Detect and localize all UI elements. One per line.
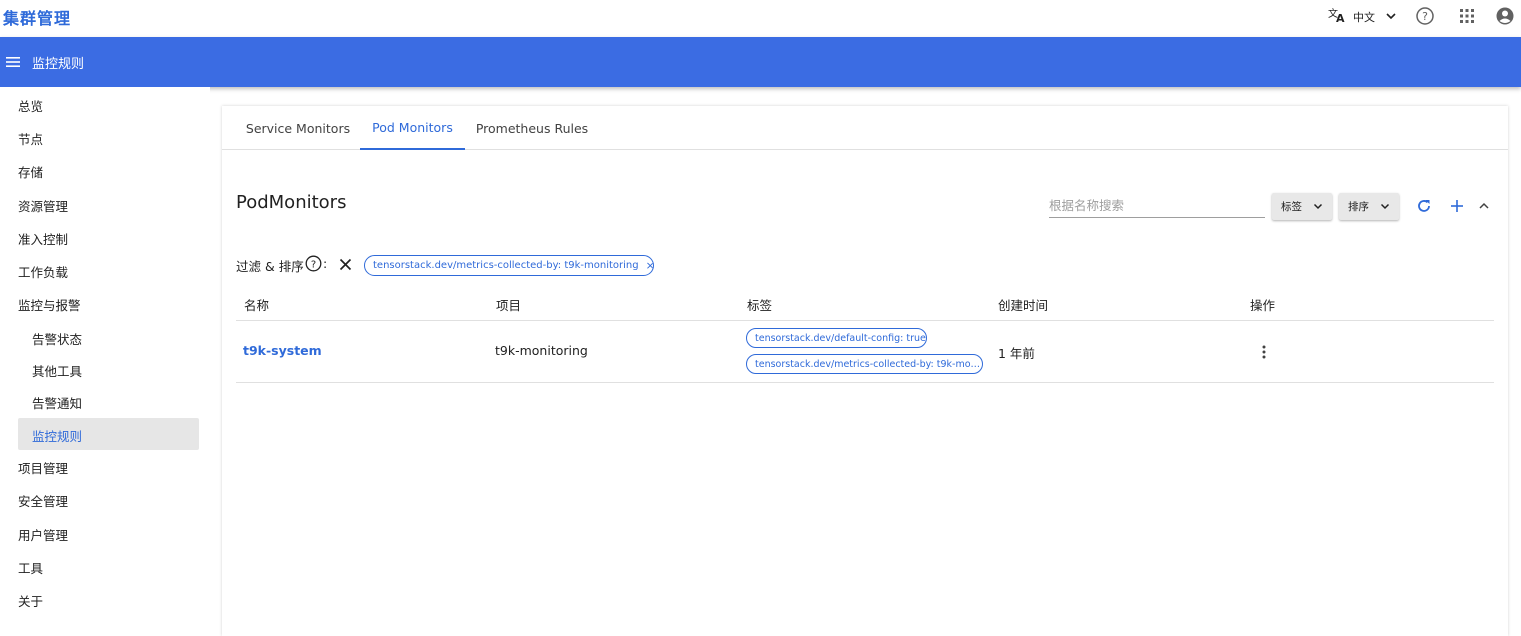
column-header-labels[interactable]: 标签: [747, 295, 772, 314]
svg-text:?: ?: [1422, 10, 1428, 23]
apps-grid-icon[interactable]: [1458, 7, 1476, 25]
menu-icon[interactable]: [5, 54, 21, 70]
svg-text:?: ?: [311, 259, 316, 270]
language-selector[interactable]: 文A 中文: [1328, 7, 1397, 27]
search-input[interactable]: [1049, 194, 1265, 218]
label-chip: tensorstack.dev/default-config: true: [746, 328, 927, 348]
sidebar-item-tools[interactable]: 工具: [18, 558, 43, 577]
sidebar-item-overview[interactable]: 总览: [18, 96, 43, 115]
filter-chip-label: tensorstack.dev/metrics-collected-by: t9…: [373, 260, 639, 271]
sidebar-item-monitoring-rules[interactable]: 监控规则: [32, 426, 82, 445]
sidebar-item-alert-status[interactable]: 告警状态: [32, 329, 82, 348]
help-icon[interactable]: ?: [305, 255, 322, 272]
label-chip: tensorstack.dev/metrics-collected-by: t9…: [746, 354, 983, 374]
sidebar-item-workloads[interactable]: 工作负载: [18, 262, 68, 281]
language-label: 中文: [1353, 11, 1375, 24]
app-title[interactable]: 集群管理: [3, 5, 71, 29]
table-header-divider: [236, 320, 1494, 321]
page-header-bar: 监控规则: [0, 37, 1521, 87]
sidebar-item-resource-management[interactable]: 资源管理: [18, 196, 68, 215]
help-icon[interactable]: ?: [1415, 6, 1435, 26]
sidebar-item-storage[interactable]: 存储: [18, 162, 43, 181]
column-header-project[interactable]: 项目: [496, 295, 521, 314]
label-chip-text: tensorstack.dev/metrics-collected-by: t9…: [755, 358, 981, 370]
label-filter-label: 标签: [1281, 201, 1302, 213]
tab-pod-monitors[interactable]: Pod Monitors: [360, 106, 465, 150]
tab-bar: Service Monitors Pod Monitors Prometheus…: [222, 106, 1508, 150]
sidebar-nav: 总览 节点 存储 资源管理 准入控制 工作负载 监控与报警 告警状态 其他工具 …: [0, 87, 210, 628]
label-filter-select[interactable]: 标签: [1272, 193, 1332, 220]
column-header-name[interactable]: 名称: [244, 295, 269, 314]
sidebar-item-nodes[interactable]: 节点: [18, 129, 43, 148]
sidebar-item-project-management[interactable]: 项目管理: [18, 458, 68, 477]
sort-select[interactable]: 排序: [1339, 193, 1399, 220]
sidebar-item-monitoring-alerts[interactable]: 监控与报警: [18, 295, 81, 314]
chevron-up-icon[interactable]: [1476, 198, 1492, 214]
page-title: 监控规则: [32, 57, 85, 72]
chevron-down-icon: [1312, 200, 1324, 212]
podmonitor-name-link[interactable]: t9k-system: [243, 343, 322, 358]
filter-colon: :: [323, 256, 328, 271]
created-cell: 1 年前: [998, 346, 1035, 361]
clear-filters-icon[interactable]: [339, 258, 352, 271]
sort-label: 排序: [1348, 201, 1369, 213]
more-vert-icon[interactable]: [1258, 344, 1270, 360]
sidebar-item-about[interactable]: 关于: [18, 591, 43, 610]
refresh-icon[interactable]: [1415, 197, 1433, 215]
sidebar-item-admission-control[interactable]: 准入控制: [18, 229, 68, 248]
sidebar-item-alert-notifications[interactable]: 告警通知: [32, 393, 82, 412]
add-icon[interactable]: [1448, 197, 1466, 215]
filter-sort-label: 过滤 & 排序: [236, 259, 304, 274]
project-cell: t9k-monitoring: [495, 343, 588, 358]
sidebar-item-other-tools[interactable]: 其他工具: [32, 361, 82, 380]
column-header-actions: 操作: [1250, 298, 1276, 313]
label-chip-text: tensorstack.dev/default-config: true: [755, 332, 926, 344]
top-app-bar: 集群管理 文A 中文 ?: [0, 0, 1521, 37]
translate-icon: 文A: [1328, 7, 1346, 27]
sidebar-item-security-management[interactable]: 安全管理: [18, 491, 68, 510]
tab-service-monitors[interactable]: Service Monitors: [236, 106, 360, 150]
sidebar-item-user-management[interactable]: 用户管理: [18, 525, 68, 544]
chevron-down-icon: [1385, 10, 1397, 25]
tab-prometheus-rules[interactable]: Prometheus Rules: [465, 106, 599, 150]
chevron-down-icon: [1379, 200, 1391, 212]
table-row-divider: [236, 382, 1494, 383]
svg-text:A: A: [1336, 12, 1345, 23]
account-circle-icon[interactable]: [1495, 6, 1515, 26]
close-icon[interactable]: ×: [646, 259, 653, 272]
column-header-created[interactable]: 创建时间: [998, 295, 1048, 314]
content-card: Service Monitors Pod Monitors Prometheus…: [222, 106, 1508, 636]
section-title: PodMonitors: [236, 192, 347, 213]
filter-chip[interactable]: tensorstack.dev/metrics-collected-by: t9…: [364, 255, 654, 276]
